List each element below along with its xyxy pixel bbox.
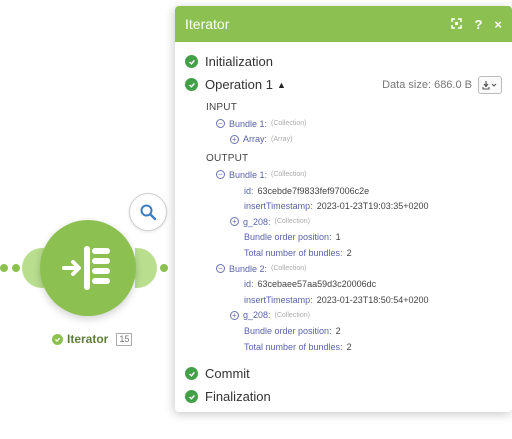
inspect-bubble[interactable] xyxy=(129,193,167,231)
commit-row[interactable]: Commit xyxy=(185,362,502,385)
tree-leaf: Bundle order position: 1 xyxy=(244,232,341,243)
final-rows: Commit Finalization xyxy=(185,362,502,408)
download-icon xyxy=(482,80,497,90)
check-icon xyxy=(185,367,198,380)
initialization-row[interactable]: Initialization xyxy=(185,50,502,73)
operation-row[interactable]: Operation 1 ▲ Data size: 686.0 B xyxy=(185,73,502,96)
panel-header: Iterator ? × xyxy=(175,6,512,42)
tree-leaf: Total number of bundles: 2 xyxy=(244,341,352,352)
finalization-row[interactable]: Finalization xyxy=(185,385,502,408)
check-icon xyxy=(185,390,198,403)
connection-dot xyxy=(12,264,20,272)
close-icon[interactable]: × xyxy=(494,17,502,32)
search-icon xyxy=(140,204,157,221)
output-panel: Iterator ? × Initialization Operation 1 … xyxy=(175,6,512,412)
tree-node[interactable]: − Bundle 1: (Collection) xyxy=(216,116,502,132)
tree-leaf: insertTimestamp: 2023-01-23T18:50:54+020… xyxy=(244,294,429,305)
caret-up-icon[interactable]: ▲ xyxy=(277,80,286,90)
expand-node-icon[interactable]: + xyxy=(230,134,239,144)
check-icon xyxy=(185,78,198,91)
operation-label: Operation 1 xyxy=(205,77,273,92)
connection-dot xyxy=(160,264,168,272)
connection-dot xyxy=(0,264,8,272)
tree-node[interactable]: + g_208: (Collection) xyxy=(230,214,502,230)
check-icon xyxy=(185,55,198,68)
help-icon[interactable]: ? xyxy=(474,17,482,32)
collapse-icon[interactable]: − xyxy=(216,119,225,129)
tree-leaf: insertTimestamp: 2023-01-23T19:03:35+020… xyxy=(244,201,429,212)
tree-node[interactable]: − Bundle 1: (Collection) xyxy=(216,167,502,183)
tree-leaf: Total number of bundles: 2 xyxy=(244,247,352,258)
expand-node-icon[interactable]: + xyxy=(230,217,239,227)
expand-node-icon[interactable]: + xyxy=(230,310,239,320)
input-section-label: INPUT xyxy=(206,102,237,113)
input-tree: − Bundle 1: (Collection) + Array: (Array… xyxy=(216,116,502,147)
tree-node[interactable]: + Array: (Array) xyxy=(230,132,502,148)
download-button[interactable] xyxy=(478,75,502,94)
module-output-handle[interactable] xyxy=(135,248,157,288)
check-icon xyxy=(52,333,63,345)
finalization-label: Finalization xyxy=(205,389,271,404)
tree-node[interactable]: − Bundle 2: (Collection) xyxy=(216,261,502,277)
module-label[interactable]: Iterator 15 xyxy=(52,332,133,346)
tree-node[interactable]: + g_208: (Collection) xyxy=(230,308,502,324)
iterator-icon xyxy=(40,220,136,316)
output-section-label: OUTPUT xyxy=(206,153,249,165)
panel-title: Iterator xyxy=(185,16,230,32)
tree-leaf: id: 63cebde7f9833fef97006c2e xyxy=(244,185,370,196)
expand-icon[interactable] xyxy=(451,17,463,32)
initialization-label: Initialization xyxy=(205,54,273,69)
output-tree: − Bundle 1: (Collection) id: 63cebde7f98… xyxy=(216,167,502,354)
collapse-icon[interactable]: − xyxy=(216,264,225,274)
commit-label: Commit xyxy=(205,366,250,381)
tree-leaf: id: 63cebaee57aa59d3c20006dc xyxy=(244,279,377,290)
tree-leaf: Bundle order position: 2 xyxy=(244,325,341,336)
data-size: Data size: 686.0 B xyxy=(382,78,472,91)
collapse-icon[interactable]: − xyxy=(216,170,225,180)
module-name: Iterator xyxy=(67,332,109,346)
module-id-badge: 15 xyxy=(116,332,133,346)
